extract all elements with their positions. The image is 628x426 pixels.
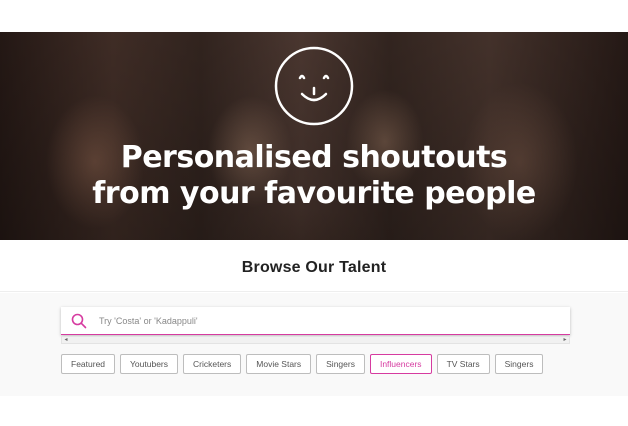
search-input[interactable]	[99, 311, 559, 331]
category-influencers[interactable]: Influencers	[369, 354, 432, 374]
category-movie-stars[interactable]: Movie Stars	[246, 354, 312, 374]
category-singers[interactable]: Singers	[316, 354, 365, 374]
hero-title: Personalised shoutouts from your favouri…	[0, 140, 628, 212]
scroll-right-arrow-icon[interactable]: ▸	[561, 336, 569, 344]
category-singers-2[interactable]: Singers	[494, 354, 544, 374]
browse-title: Browse Our Talent	[241, 259, 387, 276]
hero-banner: Personalised shoutouts from your favouri…	[0, 32, 628, 240]
browse-section: Browse Our Talent	[0, 240, 628, 292]
search-icon[interactable]	[71, 313, 87, 329]
hero-title-line-1: Personalised shoutouts	[120, 140, 508, 175]
hero-title-line-2: from your favourite people	[92, 176, 536, 211]
category-tv-stars[interactable]: TV Stars	[436, 354, 490, 374]
category-featured[interactable]: Featured	[61, 354, 116, 374]
category-cricketers[interactable]: Cricketers	[183, 354, 242, 374]
category-tags: Featured Youtubers Cricketers Movie Star…	[61, 354, 544, 374]
horizontal-scrollbar[interactable]: ◂ ▸	[61, 336, 570, 344]
search-box[interactable]	[61, 307, 570, 335]
category-youtubers[interactable]: Youtubers	[120, 354, 178, 374]
search-area: ◂ ▸ Featured Youtubers Cricketers Movie …	[0, 293, 628, 396]
scroll-left-arrow-icon[interactable]: ◂	[62, 336, 70, 344]
smiley-face-icon	[274, 46, 354, 126]
